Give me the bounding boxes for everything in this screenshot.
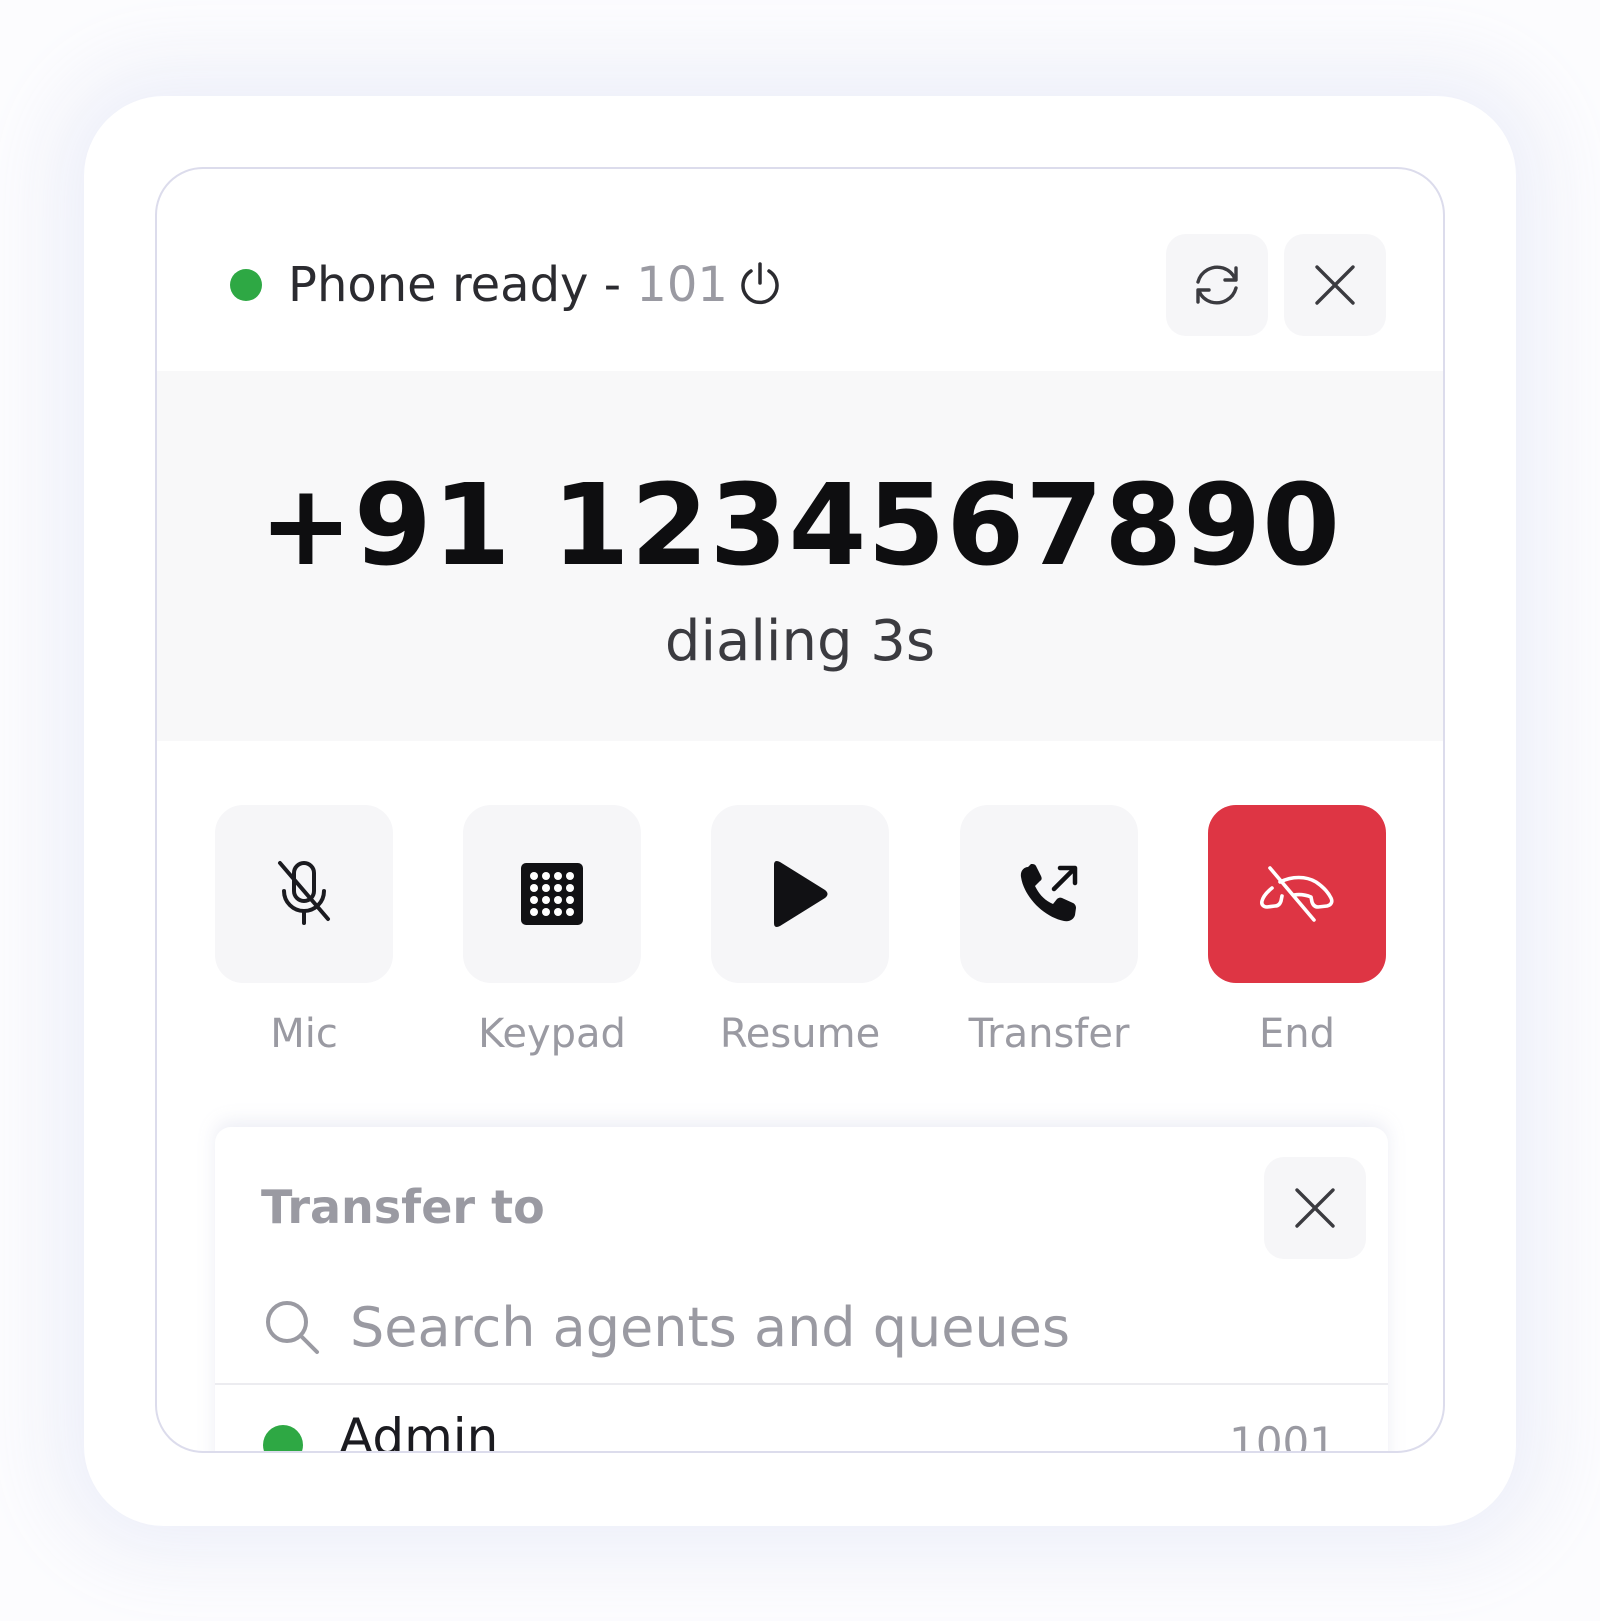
control-resume: Resume bbox=[711, 805, 889, 1059]
search-row bbox=[215, 1277, 1388, 1385]
status-extension: 101 bbox=[636, 257, 728, 313]
transfer-close-button[interactable] bbox=[1264, 1157, 1366, 1259]
hang-up-icon bbox=[1260, 866, 1334, 922]
keypad-button[interactable] bbox=[463, 805, 641, 983]
end-call-button[interactable] bbox=[1208, 805, 1386, 983]
close-button[interactable] bbox=[1284, 234, 1386, 336]
control-end: End bbox=[1208, 805, 1386, 1059]
phone-widget: Phone ready - 101 +91 1234567890 dialing… bbox=[155, 167, 1445, 1453]
close-icon bbox=[1295, 1188, 1335, 1228]
phone-number: +91 1234567890 bbox=[259, 461, 1341, 591]
power-icon[interactable] bbox=[737, 261, 783, 307]
call-status: dialing 3s bbox=[664, 609, 936, 674]
end-label: End bbox=[1258, 1011, 1335, 1057]
transfer-button[interactable] bbox=[960, 805, 1138, 983]
mic-button[interactable] bbox=[215, 805, 393, 983]
play-icon bbox=[774, 861, 828, 927]
refresh-icon bbox=[1196, 265, 1238, 305]
keypad-label: Keypad bbox=[478, 1011, 626, 1057]
status-text: Phone ready - bbox=[288, 257, 637, 313]
close-icon bbox=[1315, 265, 1355, 305]
phone-transfer-icon bbox=[1020, 864, 1078, 922]
refresh-button[interactable] bbox=[1166, 234, 1268, 336]
search-input[interactable] bbox=[350, 1287, 1350, 1367]
widget-header: Phone ready - 101 bbox=[157, 169, 1443, 371]
agent-name: Admin bbox=[339, 1408, 499, 1453]
control-mic: Mic bbox=[215, 805, 393, 1059]
transfer-panel: Transfer to Admin 1001 bbox=[215, 1127, 1388, 1453]
agent-row[interactable]: Admin 1001 bbox=[215, 1389, 1388, 1453]
status-line: Phone ready - 101 bbox=[288, 255, 728, 315]
call-controls: Mic Keypad Resume Transfer End bbox=[157, 741, 1443, 1081]
keypad-icon bbox=[521, 863, 583, 925]
agent-extension: 1001 bbox=[1229, 1418, 1336, 1453]
status-indicator bbox=[230, 269, 262, 301]
control-keypad: Keypad bbox=[463, 805, 641, 1059]
resume-label: Resume bbox=[719, 1011, 881, 1057]
mic-off-icon bbox=[278, 861, 330, 925]
agent-status-indicator bbox=[263, 1425, 303, 1451]
resume-button[interactable] bbox=[711, 805, 889, 983]
transfer-label: Transfer bbox=[968, 1011, 1130, 1057]
mic-label: Mic bbox=[270, 1011, 338, 1057]
transfer-title: Transfer to bbox=[261, 1180, 545, 1234]
call-info: +91 1234567890 dialing 3s bbox=[157, 371, 1443, 741]
search-icon bbox=[266, 1301, 319, 1354]
control-transfer: Transfer bbox=[960, 805, 1138, 1059]
